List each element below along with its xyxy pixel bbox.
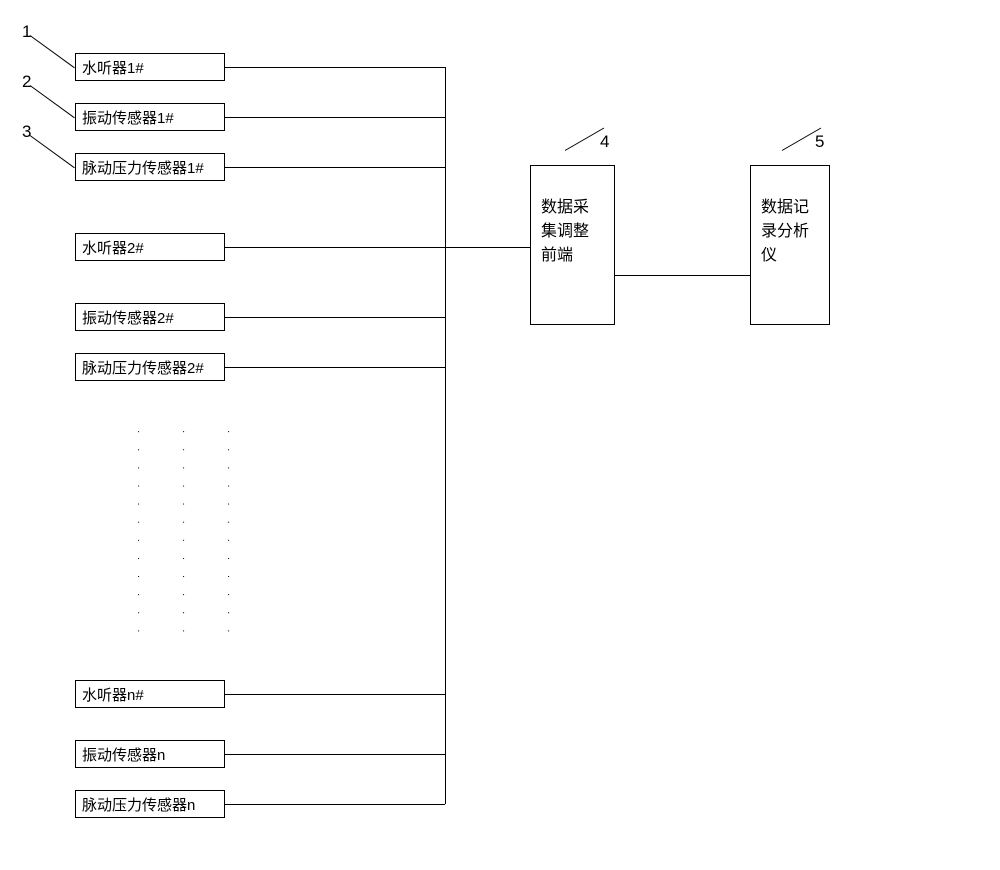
vibration-sensor-2: 振动传感器2# [75,303,225,331]
hydrophone-1: 水听器1# [75,53,225,81]
leader-line-3 [30,135,75,168]
hydrophone-n: 水听器n# [75,680,225,708]
connector-2b [225,317,445,318]
ellipsis-dots-2: · · · · · · · · · · · · [178,430,189,639]
label-5: 5 [815,132,824,152]
connector-1a [225,67,445,68]
leader-line-1 [30,35,75,68]
connector-nb [225,754,445,755]
connector-2c [225,367,445,368]
pressure-sensor-1: 脉动压力传感器1# [75,153,225,181]
vibration-sensor-n: 振动传感器n [75,740,225,768]
pressure-sensor-n: 脉动压力传感器n [75,790,225,818]
leader-line-4 [565,128,604,151]
ellipsis-dots-1: · · · · · · · · · · · · [133,430,144,639]
connector-nc [225,804,445,805]
connector-1b [225,117,445,118]
label-3: 3 [22,122,31,142]
pressure-sensor-2: 脉动压力传感器2# [75,353,225,381]
label-1: 1 [22,22,31,42]
data-analyzer: 数据记录分析仪 [750,165,830,325]
label-4: 4 [600,132,609,152]
hydrophone-2: 水听器2# [75,233,225,261]
leader-line-2 [30,85,75,118]
ellipsis-dots-3: · · · · · · · · · · · · [223,430,234,639]
bus-line [445,67,446,804]
connector-2a [225,247,445,248]
connector-1c [225,167,445,168]
connector-collector-analyzer [615,275,750,276]
vibration-sensor-1: 振动传感器1# [75,103,225,131]
data-collector: 数据采集调整前端 [530,165,615,325]
connector-na [225,694,445,695]
label-2: 2 [22,72,31,92]
connector-bus-collector [445,247,530,248]
